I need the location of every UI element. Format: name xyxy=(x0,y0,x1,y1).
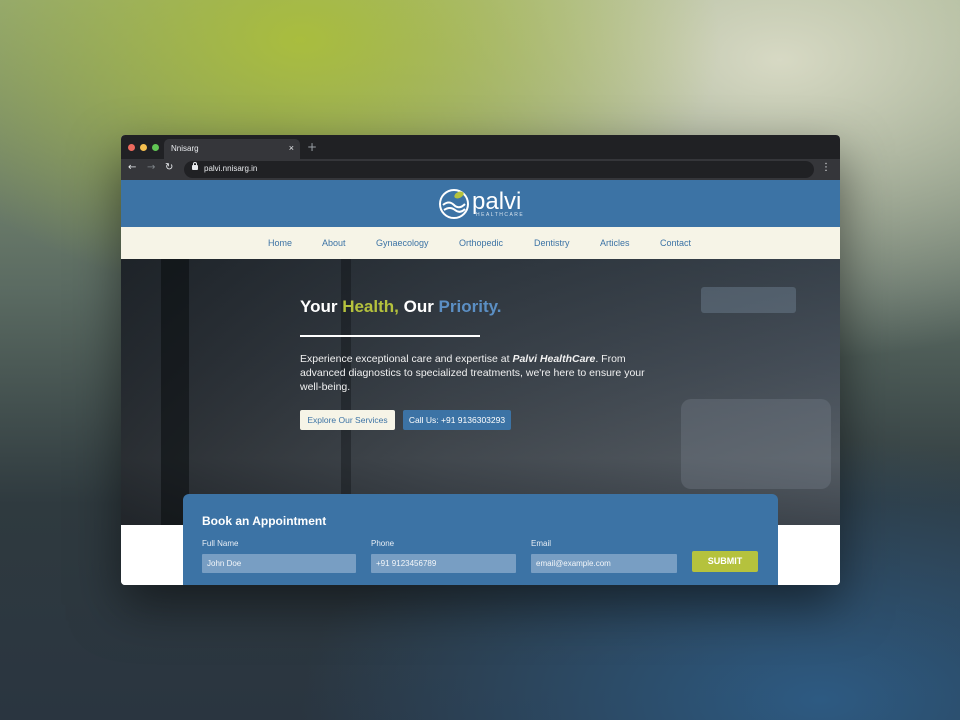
tab-close-icon[interactable]: × xyxy=(289,143,294,153)
hero-title: Your Health, Our Priority. xyxy=(300,297,502,316)
call-us-button[interactable]: Call Us: +91 9136303293 xyxy=(403,410,511,430)
back-icon[interactable]: ← xyxy=(128,162,136,173)
nav-link-orthopedic[interactable]: Orthopedic xyxy=(459,238,503,248)
phone-input[interactable]: +91 9123456789 xyxy=(371,554,516,573)
address-bar[interactable]: palvi.nnisarg.in xyxy=(184,161,814,178)
hero-description: Experience exceptional care and expertis… xyxy=(300,353,645,393)
logo-subtext: HEALTHCARE xyxy=(476,212,525,218)
tab-title: Nnisarg xyxy=(171,144,199,153)
url-text: palvi.nnisarg.in xyxy=(204,164,258,173)
browser-window: Nnisarg × + ← → ↻ palvi.nnisarg.in ⋮ pal… xyxy=(121,135,840,585)
tab-bar: Nnisarg × + xyxy=(121,135,840,159)
browser-tab[interactable]: Nnisarg × xyxy=(164,139,300,159)
full-name-label: Full Name xyxy=(202,539,239,548)
hero-section: Your Health, Our Priority. Experience ex… xyxy=(121,259,840,525)
phone-label: Phone xyxy=(371,539,395,548)
site-logo[interactable]: palvi HEALTHCARE xyxy=(438,187,526,221)
nav-link-dentistry[interactable]: Dentistry xyxy=(534,238,570,248)
close-window-button[interactable] xyxy=(128,144,135,151)
hero-bg-monitor xyxy=(701,287,796,313)
minimize-window-button[interactable] xyxy=(140,144,147,151)
maximize-window-button[interactable] xyxy=(152,144,159,151)
kebab-menu-icon[interactable]: ⋮ xyxy=(821,162,831,173)
nav-link-gynaecology[interactable]: Gynaecology xyxy=(376,238,429,248)
forward-icon[interactable]: → xyxy=(147,162,155,173)
nav-link-contact[interactable]: Contact xyxy=(660,238,691,248)
site-header: palvi HEALTHCARE xyxy=(121,180,840,227)
appointment-form-title: Book an Appointment xyxy=(202,514,327,528)
reload-icon[interactable]: ↻ xyxy=(165,162,173,173)
full-name-input[interactable]: John Doe xyxy=(202,554,356,573)
hero-divider xyxy=(300,335,480,337)
hero-bg-window xyxy=(161,259,189,525)
new-tab-button[interactable]: + xyxy=(307,140,317,154)
appointment-form: Book an Appointment Full Name John Doe P… xyxy=(183,494,778,585)
logo-mark-icon xyxy=(439,189,469,219)
nav-link-home[interactable]: Home xyxy=(268,238,292,248)
hero-bg-bed xyxy=(681,399,831,489)
nav-link-articles[interactable]: Articles xyxy=(600,238,630,248)
lock-icon xyxy=(192,162,198,170)
email-input[interactable]: email@example.com xyxy=(531,554,677,573)
browser-toolbar: ← → ↻ palvi.nnisarg.in ⋮ xyxy=(121,159,840,180)
submit-button[interactable]: SUBMIT xyxy=(692,551,758,572)
explore-services-button[interactable]: Explore Our Services xyxy=(300,410,395,430)
email-label: Email xyxy=(531,539,552,548)
nav-link-about[interactable]: About xyxy=(322,238,346,248)
main-nav: Home About Gynaecology Orthopedic Dentis… xyxy=(121,227,840,259)
